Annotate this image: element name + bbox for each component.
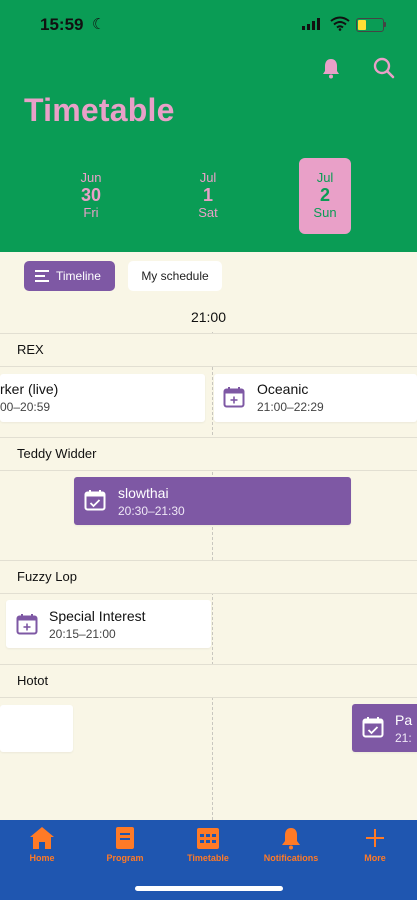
nav-timetable[interactable]: Timetable bbox=[173, 826, 243, 863]
nav-label: More bbox=[364, 853, 386, 863]
calendar-add-icon bbox=[223, 387, 245, 408]
event-name: Pa bbox=[395, 712, 413, 728]
program-icon bbox=[116, 827, 134, 849]
nav-label: Timetable bbox=[187, 853, 229, 863]
stage-header-fuzzy-lop: Fuzzy Lop bbox=[0, 560, 417, 594]
nav-home[interactable]: Home bbox=[7, 826, 77, 863]
day-weekday: Sun bbox=[313, 205, 337, 220]
calendar-check-icon bbox=[84, 490, 106, 511]
moon-icon: ☾ bbox=[92, 16, 106, 33]
day-month: Jun bbox=[80, 170, 102, 185]
event-card-special-interest[interactable]: Special Interest 20:15–21:00 bbox=[6, 600, 211, 648]
event-name: Special Interest bbox=[49, 608, 146, 624]
signal-icon bbox=[302, 18, 320, 30]
search-icon[interactable] bbox=[372, 56, 396, 80]
day-weekday: Sat bbox=[198, 205, 218, 220]
day-date: 30 bbox=[80, 185, 102, 205]
day-date: 2 bbox=[319, 185, 330, 205]
home-indicator bbox=[135, 886, 283, 891]
event-time: 20:30–21:30 bbox=[118, 504, 185, 518]
bell-icon bbox=[282, 828, 300, 850]
stage-name: Fuzzy Lop bbox=[17, 569, 77, 584]
calendar-check-icon bbox=[362, 717, 384, 738]
day-tab-jul-2[interactable]: Jul 2 Sun bbox=[299, 158, 351, 234]
timeline-label: Timeline bbox=[56, 269, 101, 283]
event-name: rker (live) bbox=[0, 381, 59, 397]
wifi-icon bbox=[330, 16, 350, 31]
stage-name: REX bbox=[17, 342, 44, 357]
list-icon bbox=[35, 270, 49, 282]
page-title: Timetable bbox=[24, 92, 175, 128]
event-card-slowthai[interactable]: slowthai 20:30–21:30 bbox=[74, 477, 351, 525]
status-time: 15:59 bbox=[40, 15, 84, 34]
event-time: 00–20:59 bbox=[0, 400, 51, 414]
day-month: Jul bbox=[316, 170, 334, 185]
nav-more[interactable]: More bbox=[340, 826, 410, 863]
day-tab-jun-30[interactable]: Jun 30 Fri bbox=[65, 158, 117, 234]
event-time: 21: bbox=[395, 731, 412, 745]
nav-notifications[interactable]: Notifications bbox=[256, 826, 326, 863]
stage-name: Hotot bbox=[17, 673, 49, 688]
nav-label: Notifications bbox=[263, 853, 319, 863]
battery-nub bbox=[384, 22, 386, 27]
stage-header-hotot: Hotot bbox=[0, 664, 417, 698]
stage-name: Teddy Widder bbox=[17, 446, 97, 461]
event-card[interactable]: Pa 21: bbox=[352, 704, 417, 752]
time-marker-label: 21:00 bbox=[190, 309, 227, 325]
nav-program[interactable]: Program bbox=[90, 826, 160, 863]
event-card[interactable]: rker (live) 00–20:59 bbox=[0, 374, 205, 422]
calendar-add-icon bbox=[16, 614, 38, 635]
stage-header-teddy-widder: Teddy Widder bbox=[0, 437, 417, 471]
day-tab-jul-1[interactable]: Jul 1 Sat bbox=[182, 158, 234, 234]
timetable-icon bbox=[197, 828, 219, 849]
event-card-oceanic[interactable]: Oceanic 21:00–22:29 bbox=[214, 374, 417, 422]
event-card[interactable] bbox=[0, 705, 73, 752]
event-name: Oceanic bbox=[257, 381, 309, 397]
event-time: 21:00–22:29 bbox=[257, 400, 324, 414]
event-name: slowthai bbox=[118, 485, 169, 501]
nav-label: Program bbox=[106, 853, 144, 863]
my-schedule-toggle-button[interactable]: My schedule bbox=[128, 261, 222, 291]
timeline-toggle-button[interactable]: Timeline bbox=[24, 261, 115, 291]
event-time: 20:15–21:00 bbox=[49, 627, 116, 641]
stage-header-rex: REX bbox=[0, 333, 417, 367]
day-weekday: Fri bbox=[83, 205, 99, 220]
day-month: Jul bbox=[199, 170, 217, 185]
bell-icon[interactable] bbox=[319, 56, 343, 80]
home-icon bbox=[30, 827, 54, 849]
plus-icon bbox=[366, 829, 384, 847]
day-date: 1 bbox=[202, 185, 213, 205]
battery-icon bbox=[356, 18, 384, 32]
nav-label: Home bbox=[29, 853, 55, 863]
